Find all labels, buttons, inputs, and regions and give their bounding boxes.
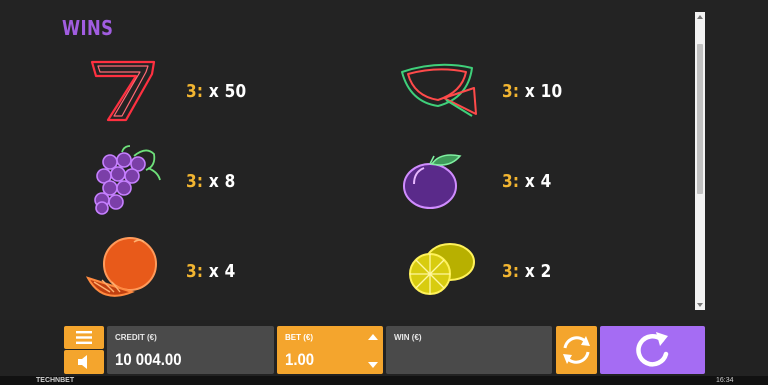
payout-multiplier: x 4 — [524, 171, 552, 192]
menu-button[interactable] — [64, 326, 104, 349]
payout-count: 3: — [502, 171, 520, 192]
payout-watermelon: 3: x 10 — [502, 81, 562, 102]
grapes-symbol-icon — [94, 145, 161, 215]
watermelon-symbol-icon — [401, 63, 477, 117]
orange-symbol-icon — [85, 237, 157, 297]
payout-count: 3: — [502, 81, 520, 102]
clock-label: 16:34 — [716, 377, 734, 384]
brand-label: TECHNBET — [36, 377, 75, 384]
credit-label: CREDIT (€) — [115, 333, 157, 342]
spin-button[interactable] — [600, 326, 705, 374]
speaker-icon — [78, 355, 87, 369]
bet-decrease-arrow-icon[interactable] — [368, 362, 378, 368]
bet-label: BET (€) — [285, 333, 313, 342]
bet-value: 1.00 — [285, 350, 315, 369]
payout-count: 3: — [186, 261, 204, 282]
payout-lemon: 3: x 2 — [502, 261, 551, 282]
payout-multiplier: x 4 — [208, 261, 236, 282]
credit-value: 10 004.00 — [115, 350, 182, 369]
payout-count: 3: — [502, 261, 520, 282]
payout-count: 3: — [186, 171, 204, 192]
payout-orange: 3: x 4 — [186, 261, 235, 282]
menu-icon — [76, 331, 92, 344]
payout-multiplier: x 8 — [208, 171, 236, 192]
payout-multiplier: x 50 — [208, 81, 247, 102]
payout-seven: 3: x 50 — [186, 81, 246, 102]
paytable-heading: WINS — [62, 16, 114, 40]
credit-display: CREDIT (€) 10 004.00 — [107, 326, 274, 374]
lemon-symbol-icon — [409, 243, 475, 295]
paytable-scrollbar[interactable] — [695, 12, 705, 310]
payout-multiplier: x 10 — [524, 81, 563, 102]
autoplay-icon — [563, 336, 590, 364]
payout-plum: 3: x 4 — [502, 171, 551, 192]
paytable-panel: WINS 3: x 50 3: x 10 3: x 8 3: x 4 3: x … — [0, 0, 768, 320]
autoplay-button[interactable] — [556, 326, 597, 374]
bet-increase-arrow-icon[interactable] — [368, 334, 378, 340]
seven-symbol-icon — [90, 60, 156, 122]
scrollbar-thumb[interactable] — [697, 44, 703, 194]
win-label: WIN (€) — [394, 333, 422, 342]
sound-button[interactable] — [64, 350, 104, 374]
payout-grapes: 3: x 8 — [186, 171, 235, 192]
plum-symbol-icon — [403, 154, 462, 209]
bet-stepper[interactable] — [368, 334, 378, 368]
spin-icon — [636, 332, 669, 367]
scroll-up-arrow-icon[interactable] — [697, 15, 703, 19]
payout-multiplier: x 2 — [524, 261, 552, 282]
payout-count: 3: — [186, 81, 204, 102]
scroll-down-arrow-icon[interactable] — [697, 303, 703, 307]
win-display: WIN (€) — [386, 326, 552, 374]
footer-bar — [0, 376, 768, 385]
bet-selector[interactable]: BET (€) 1.00 — [277, 326, 383, 374]
